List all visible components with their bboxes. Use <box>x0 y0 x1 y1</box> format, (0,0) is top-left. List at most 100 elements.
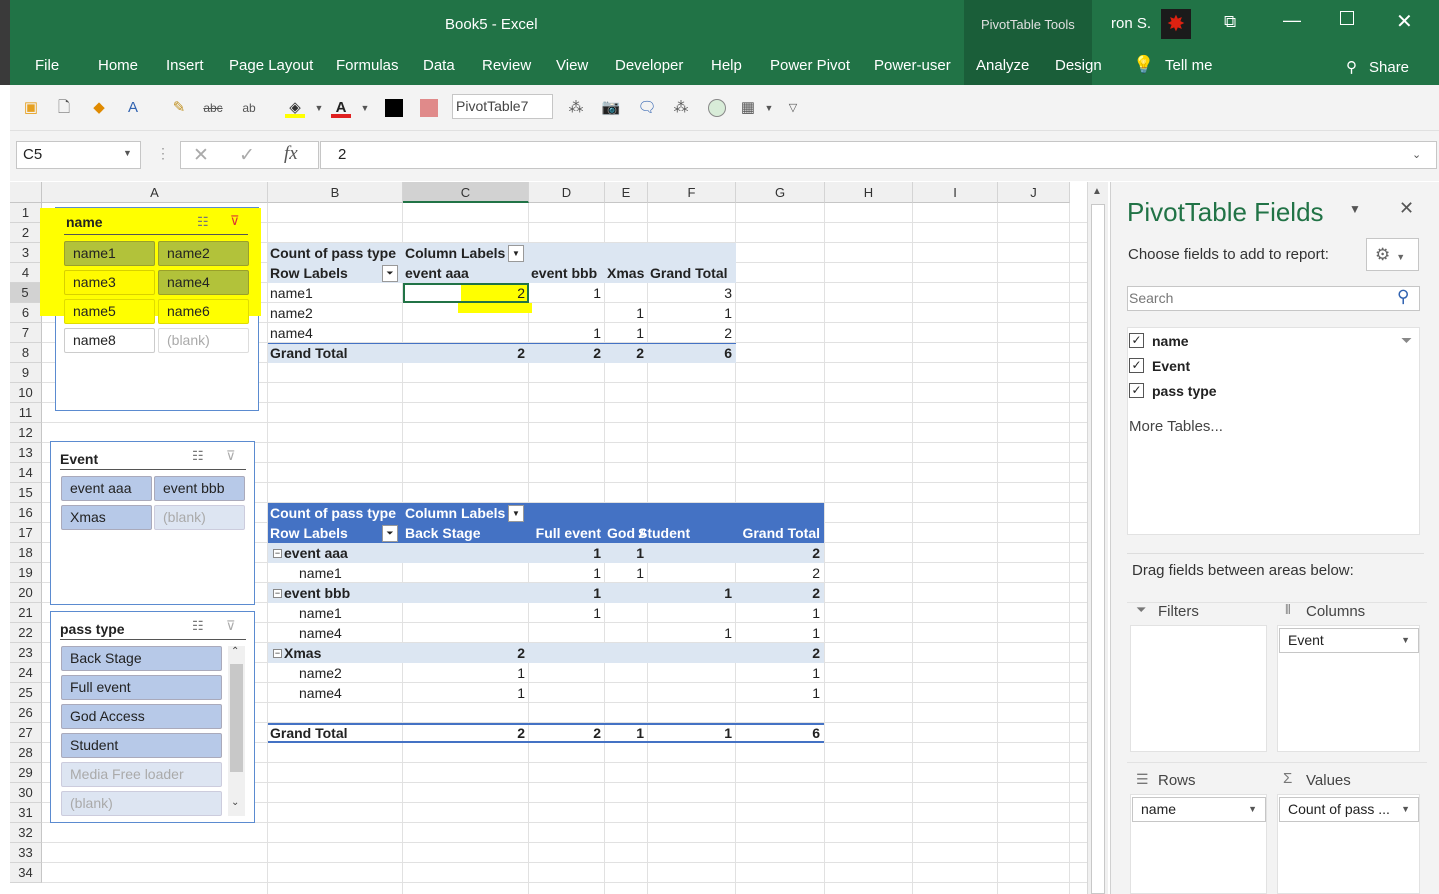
row-header[interactable]: 11 <box>10 403 42 423</box>
fill-color-dropdown-icon[interactable]: ▼ <box>308 97 330 119</box>
pivot2-cell[interactable] <box>648 643 736 663</box>
pivot2-cell[interactable]: 2 <box>736 563 824 583</box>
tab-data[interactable]: Data <box>423 57 455 74</box>
row-header[interactable]: 28 <box>10 743 42 763</box>
maximize-icon[interactable] <box>1340 11 1354 25</box>
pivot2-total-cell[interactable]: 6 <box>736 723 824 743</box>
row-header[interactable]: 12 <box>10 423 42 443</box>
column-header[interactable]: H <box>825 182 913 203</box>
pivot2-cell[interactable]: 1 <box>736 683 824 703</box>
values-field-dropdown[interactable]: Count of pass ... ▼ <box>1279 797 1419 822</box>
column-header[interactable]: G <box>736 182 825 203</box>
insert-function-icon[interactable]: fx <box>284 143 298 165</box>
pivot1-total-cell[interactable]: 2 <box>605 343 648 363</box>
spelling-icon[interactable]: A <box>122 97 144 119</box>
slicer-item[interactable]: name6 <box>158 299 249 324</box>
tell-me[interactable]: Tell me <box>1165 57 1213 74</box>
pivot1-col-header[interactable]: event aaa <box>405 263 529 283</box>
pivot2-group-label[interactable]: Xmas <box>284 643 404 663</box>
field-search-input[interactable]: Search <box>1127 286 1420 311</box>
pivot2-cell[interactable]: 1 <box>648 623 736 643</box>
pivot-name-field[interactable]: PivotTable7 <box>452 94 553 119</box>
slicer-item[interactable]: (blank) <box>158 328 249 353</box>
pivot1-cell[interactable]: 2 <box>403 283 529 303</box>
formula-input[interactable]: 2 <box>320 141 1437 169</box>
row-header[interactable]: 18 <box>10 543 42 563</box>
pivot2-group-label[interactable]: event bbb <box>284 583 404 603</box>
slicer-item[interactable]: name5 <box>64 299 155 324</box>
pivot1-row-label[interactable]: name4 <box>270 323 400 343</box>
table-layout-icon[interactable]: ▦ <box>737 97 759 119</box>
collapse-icon[interactable]: − <box>273 649 282 658</box>
pivot2-col-header[interactable]: Student <box>638 523 708 543</box>
row-header[interactable]: 30 <box>10 783 42 803</box>
pivot1-values-label[interactable]: Count of pass type <box>270 243 403 263</box>
filter-dropdown-icon[interactable]: ▼ <box>508 245 524 262</box>
restore-ribbon-icon[interactable]: ⧉ <box>1224 12 1236 32</box>
multi-select-icon[interactable]: ☷ <box>192 618 204 634</box>
row-header[interactable]: 10 <box>10 383 42 403</box>
camera-icon[interactable]: 📷 <box>600 97 622 119</box>
scroll-up-icon[interactable]: ▲ <box>1092 186 1102 197</box>
pivot1-row-labels[interactable]: Row Labels <box>270 263 390 283</box>
row-header[interactable]: 19 <box>10 563 42 583</box>
row-header[interactable]: 20 <box>10 583 42 603</box>
column-header[interactable]: C <box>403 182 529 203</box>
filter-dropdown-icon[interactable]: ▼ <box>508 505 524 522</box>
pivot2-cell[interactable] <box>605 583 648 603</box>
pivot2-col-header[interactable]: Grand Total <box>736 523 820 543</box>
field-name[interactable]: pass type <box>1152 383 1217 399</box>
strikethrough-icon[interactable]: abc <box>202 97 224 119</box>
row-header[interactable]: 9 <box>10 363 42 383</box>
row-header[interactable]: 2 <box>10 223 42 243</box>
pivot2-cell[interactable]: 1 <box>736 623 824 643</box>
pivot1-cell[interactable] <box>605 283 648 303</box>
expand-formula-icon[interactable]: ⌄ <box>1412 148 1421 161</box>
filters-area[interactable] <box>1130 625 1267 752</box>
pivot2-cell[interactable] <box>529 623 605 643</box>
pivot2-total-cell[interactable]: 2 <box>529 723 605 743</box>
pivot2-cell[interactable] <box>648 683 736 703</box>
pivot2-group-label[interactable]: event aaa <box>284 543 404 563</box>
warning-icon[interactable]: ◆ <box>88 97 110 119</box>
name-box-dropdown-icon[interactable]: ▼ <box>123 148 132 158</box>
pivot2-column-labels[interactable]: Column Labels <box>405 503 525 523</box>
row-header[interactable]: 15 <box>10 483 42 503</box>
row-header[interactable]: 23 <box>10 643 42 663</box>
pivot2-cell[interactable]: 1 <box>605 543 648 563</box>
tab-review[interactable]: Review <box>482 57 531 74</box>
pivot1-grand-total-label[interactable]: Grand Total <box>270 343 400 363</box>
gear-icon[interactable]: ⚙ ▼ <box>1366 238 1419 271</box>
field-name[interactable]: Event <box>1152 358 1190 374</box>
select-all-corner[interactable] <box>10 182 42 203</box>
row-header[interactable]: 14 <box>10 463 42 483</box>
pivot2-cell[interactable] <box>403 543 529 563</box>
pivot1-column-labels[interactable]: Column Labels <box>405 243 525 263</box>
replace-icon[interactable]: ab <box>238 97 260 119</box>
pivot2-cell[interactable]: 1 <box>403 683 529 703</box>
tab-insert[interactable]: Insert <box>166 57 204 74</box>
tab-developer[interactable]: Developer <box>615 57 683 74</box>
pivot1-cell[interactable] <box>529 303 605 323</box>
tab-design[interactable]: Design <box>1055 57 1102 74</box>
slicer-item[interactable]: Media Free loader <box>61 762 222 787</box>
collapse-icon[interactable]: − <box>273 589 282 598</box>
row-header[interactable]: 17 <box>10 523 42 543</box>
slicer-scroll-thumb[interactable] <box>230 664 243 772</box>
columns-field-dropdown[interactable]: Event ▼ <box>1279 628 1419 653</box>
row-header[interactable]: 25 <box>10 683 42 703</box>
pivot2-row-label[interactable]: name4 <box>299 683 399 703</box>
open-icon[interactable]: ▣ <box>20 97 42 119</box>
row-header[interactable]: 31 <box>10 803 42 823</box>
pivot2-total-cell[interactable]: 2 <box>403 723 529 743</box>
new-icon[interactable]: 🗋 <box>53 97 75 119</box>
multi-select-icon[interactable]: ☷ <box>192 448 204 464</box>
pane-options-icon[interactable]: ▼ <box>1349 202 1361 216</box>
avatar[interactable]: ✸ <box>1161 9 1191 39</box>
pivot1-cell[interactable] <box>403 323 529 343</box>
pivot2-cell[interactable]: 1 <box>403 663 529 683</box>
pane-close-icon[interactable]: ✕ <box>1399 198 1414 219</box>
pivot2-cell[interactable]: 1 <box>605 563 648 583</box>
pivot2-cell[interactable] <box>529 663 605 683</box>
row-header[interactable]: 26 <box>10 703 42 723</box>
